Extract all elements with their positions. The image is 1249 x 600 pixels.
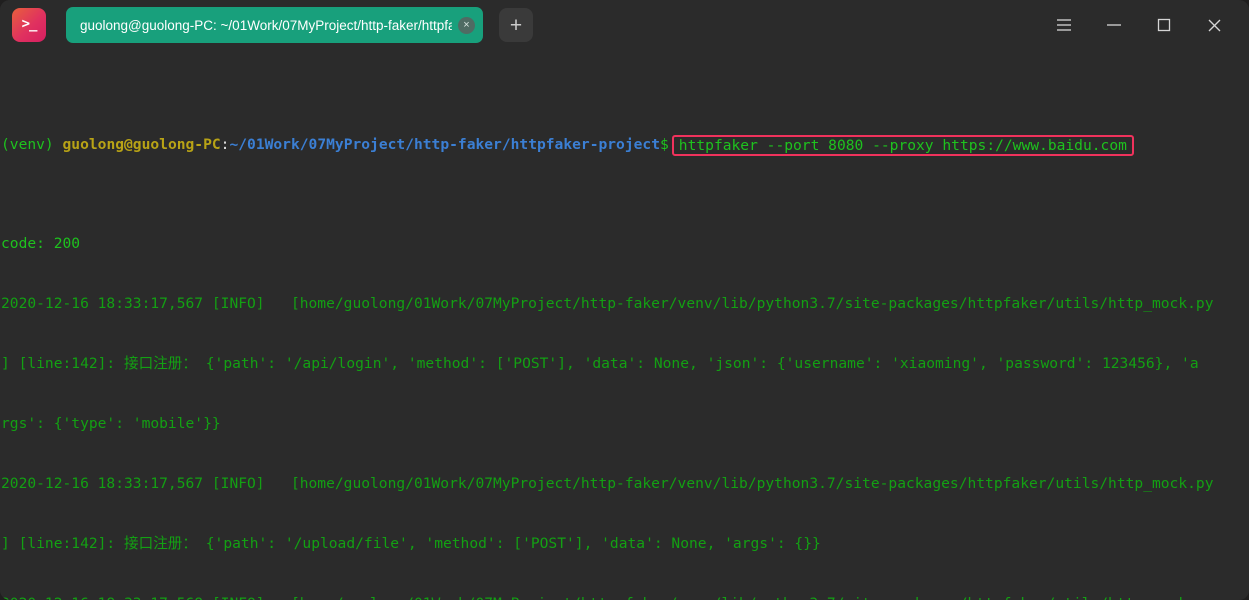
terminal-lines: (venv) guolong@guolong-PC:~/01Work/07MyP…: [0, 54, 1249, 600]
output-line-log1-c: rgs': {'type': 'mobile'}}: [1, 415, 221, 432]
prompt-sigil: $: [660, 136, 669, 153]
prompt-path: ~/01Work/07MyProject/http-faker/httpfake…: [229, 136, 660, 153]
terminal-prompt-icon: >_: [12, 8, 46, 42]
minimize-icon[interactable]: [1089, 0, 1139, 50]
new-tab-button[interactable]: +: [499, 8, 533, 42]
output-line-log1-b: ] [line:142]: 接口注册： {'path': '/api/login…: [1, 355, 1199, 372]
highlighted-command[interactable]: httpfaker --port 8080 --proxy https://ww…: [671, 135, 1134, 156]
menu-icon[interactable]: [1039, 0, 1089, 50]
prompt-user-host: guolong@guolong-PC: [62, 136, 221, 153]
output-line-log1-a: 2020-12-16 18:33:17,567 [INFO] [home/guo…: [1, 295, 1214, 312]
terminal-icon-glyph: >_: [21, 16, 38, 32]
terminal-output-area[interactable]: (venv) guolong@guolong-PC:~/01Work/07MyP…: [0, 50, 1249, 600]
output-line-code-200: code: 200: [1, 235, 81, 252]
output-line-log2-b: ] [line:142]: 接口注册： {'path': '/upload/fi…: [1, 535, 821, 552]
terminal-window: >_ guolong@guolong-PC: ~/01Work/07MyProj…: [0, 0, 1249, 600]
tab-close-icon[interactable]: ×: [458, 16, 475, 34]
close-icon[interactable]: [1189, 0, 1239, 50]
terminal-tab[interactable]: guolong@guolong-PC: ~/01Work/07MyProject…: [66, 7, 483, 43]
prompt-venv: (venv): [1, 136, 54, 153]
titlebar: >_ guolong@guolong-PC: ~/01Work/07MyProj…: [0, 0, 1249, 50]
window-controls: [1039, 0, 1239, 50]
maximize-icon[interactable]: [1139, 0, 1189, 50]
prompt-line: (venv) guolong@guolong-PC:~/01Work/07MyP…: [1, 134, 1249, 156]
output-line-log3-a: 2020-12-16 18:33:17,568 [INFO] [home/guo…: [1, 594, 1249, 600]
output-line-log2-a: 2020-12-16 18:33:17,567 [INFO] [home/guo…: [1, 475, 1214, 492]
tab-title: guolong@guolong-PC: ~/01Work/07MyProject…: [80, 17, 452, 33]
